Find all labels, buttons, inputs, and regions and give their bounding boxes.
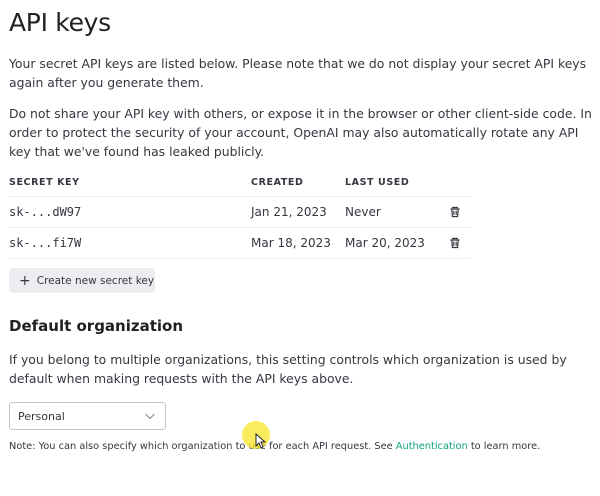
note-text-after: to learn more. <box>467 441 541 452</box>
authentication-link[interactable]: Authentication <box>396 441 468 452</box>
default-organization-heading: Default organization <box>9 317 184 335</box>
created-date: Jan 21, 2023 <box>251 196 345 228</box>
create-new-secret-key-button[interactable]: + Create new secret key <box>9 268 155 293</box>
column-header-created: CREATED <box>251 170 345 197</box>
mouse-pointer-icon <box>255 433 266 449</box>
trash-icon[interactable] <box>448 205 462 219</box>
api-keys-table: SECRET KEY CREATED LAST USED sk-...dW97 … <box>9 170 470 259</box>
organization-select-value: Personal <box>18 409 65 423</box>
page-title: API keys <box>9 8 111 37</box>
secret-key-value: sk-...fi7W <box>9 227 251 259</box>
column-header-actions <box>448 170 470 197</box>
intro-paragraph-1: Your secret API keys are listed below. P… <box>9 56 587 90</box>
last-used-date: Mar 20, 2023 <box>345 227 448 259</box>
chevron-down-icon <box>145 413 155 420</box>
create-button-label: Create new secret key <box>36 274 155 287</box>
last-used-date: Never <box>345 196 448 228</box>
intro-paragraph-2: Do not share your API key with others, o… <box>9 106 592 159</box>
plus-icon: + <box>19 272 31 289</box>
default-organization-description: If you belong to multiple organizations,… <box>9 352 567 386</box>
organization-note: Note: You can also specify which organiz… <box>9 441 594 452</box>
table-header-row: SECRET KEY CREATED LAST USED <box>9 170 470 197</box>
note-text-before: Note: You can also specify which organiz… <box>9 441 396 452</box>
column-header-secret-key: SECRET KEY <box>9 170 251 197</box>
table-row: sk-...dW97 Jan 21, 2023 Never <box>9 196 470 228</box>
created-date: Mar 18, 2023 <box>251 227 345 259</box>
secret-key-value: sk-...dW97 <box>9 196 251 228</box>
organization-select[interactable]: Personal <box>9 402 166 430</box>
column-header-last-used: LAST USED <box>345 170 448 197</box>
trash-icon[interactable] <box>448 236 462 250</box>
table-row: sk-...fi7W Mar 18, 2023 Mar 20, 2023 <box>9 227 470 259</box>
